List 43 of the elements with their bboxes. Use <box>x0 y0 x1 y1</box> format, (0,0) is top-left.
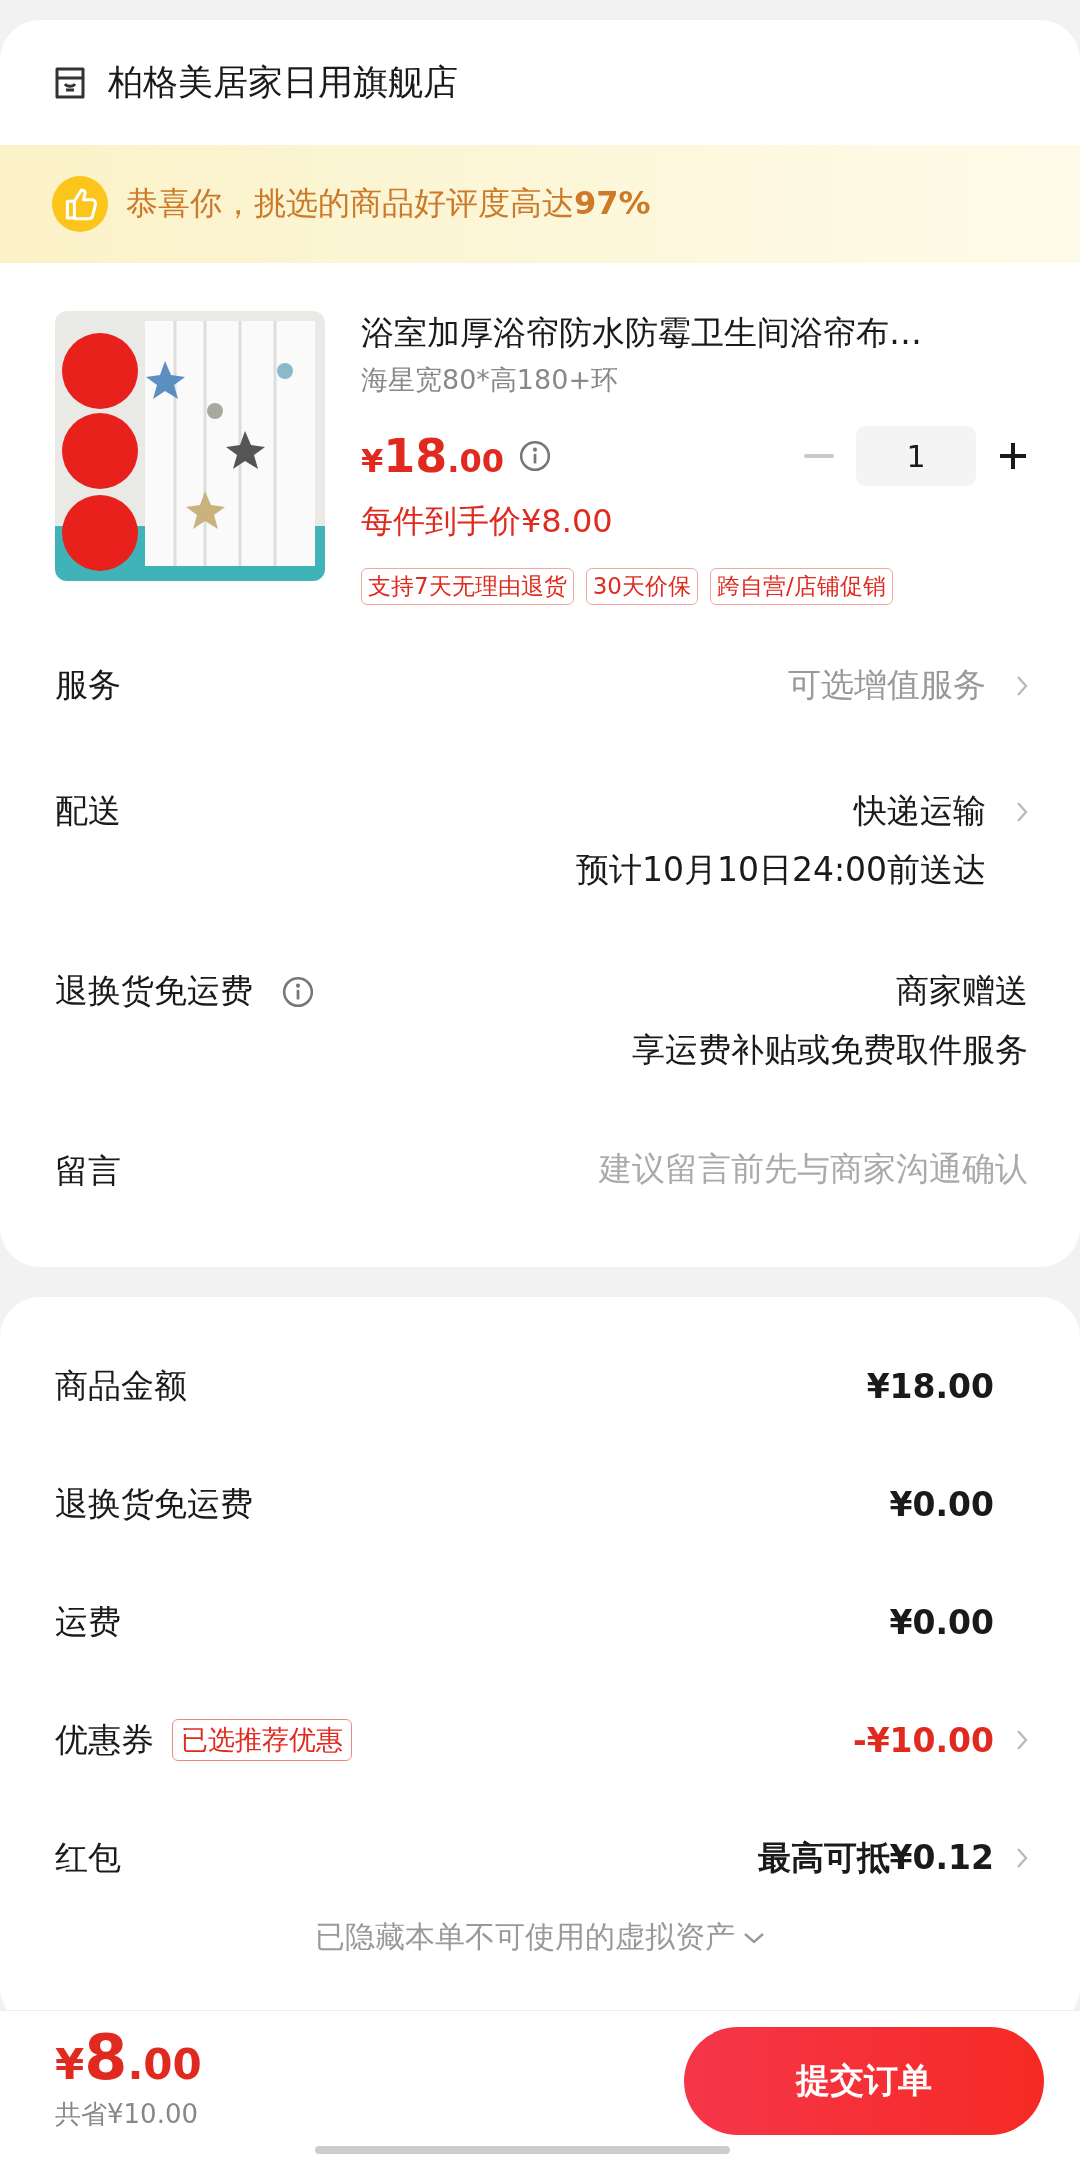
option-label: 留言 <box>55 1150 121 1192</box>
summary-label: 运费 <box>55 1600 121 1643</box>
summary-value: ¥0.00 <box>889 1484 994 1524</box>
chevron-down-icon[interactable] <box>743 1931 765 1944</box>
store-name[interactable]: 柏格美居家日用旗舰店 <box>108 59 458 106</box>
option-value: 预计10月10日24:00前送达 <box>575 849 986 891</box>
option-label: 退换货免运费 <box>55 970 253 1012</box>
home-indicator[interactable] <box>315 2146 730 2154</box>
option-label: 服务 <box>55 664 121 706</box>
message-field[interactable]: 建议留言前先与商家沟通确认 <box>468 1149 1028 1188</box>
summary-label: 商品金额 <box>55 1364 187 1407</box>
option-value[interactable]: 快递运输 <box>854 789 986 834</box>
product-price: ¥18.00 <box>361 429 504 483</box>
chevron-right-icon[interactable] <box>1016 1729 1028 1751</box>
option-value: 享运费补贴或免费取件服务 <box>632 1029 1028 1071</box>
summary-label: 优惠券 <box>55 1718 154 1761</box>
chevron-right-icon[interactable] <box>1016 1847 1028 1869</box>
summary-label: 红包 <box>55 1836 121 1879</box>
submit-order-button[interactable]: 提交订单 <box>684 2027 1044 2135</box>
quantity-field[interactable]: 1 <box>856 426 976 486</box>
option-value: 商家赠送 <box>896 970 1028 1012</box>
service-tag: 支持7天无理由退货 <box>361 568 574 605</box>
summary-label: 退换货免运费 <box>55 1482 253 1525</box>
savings-text: 共省¥10.00 <box>55 2098 199 2131</box>
chevron-right-icon[interactable] <box>1016 800 1028 823</box>
summary-value[interactable]: -¥10.00 <box>852 1720 994 1760</box>
service-tag: 30天价保 <box>585 568 698 605</box>
info-icon[interactable] <box>517 439 552 473</box>
rating-message: 恭喜你，挑选的商品好评度高达97% <box>126 183 651 224</box>
service-tag: 跨自营/店铺促销 <box>709 568 893 605</box>
option-label: 配送 <box>55 790 121 832</box>
final-price: 每件到手价¥8.00 <box>361 501 614 542</box>
coupon-tag: 已选推荐优惠 <box>172 1719 352 1761</box>
plus-icon[interactable] <box>998 441 1028 471</box>
chevron-right-icon[interactable] <box>1016 674 1028 697</box>
product-variant[interactable]: 海星宽80*高180+环 <box>361 362 1028 398</box>
summary-value[interactable]: 最高可抵¥0.12 <box>757 1835 994 1881</box>
info-icon[interactable] <box>281 974 315 1009</box>
total-price: ¥8.00 <box>55 2027 202 2089</box>
product-title[interactable]: 浴室加厚浴帘防水防霉卫生间浴帘布… <box>361 311 1028 356</box>
summary-value: ¥0.00 <box>889 1602 994 1642</box>
summary-value: ¥18.00 <box>866 1366 994 1406</box>
thumbs-up-icon <box>52 176 108 232</box>
